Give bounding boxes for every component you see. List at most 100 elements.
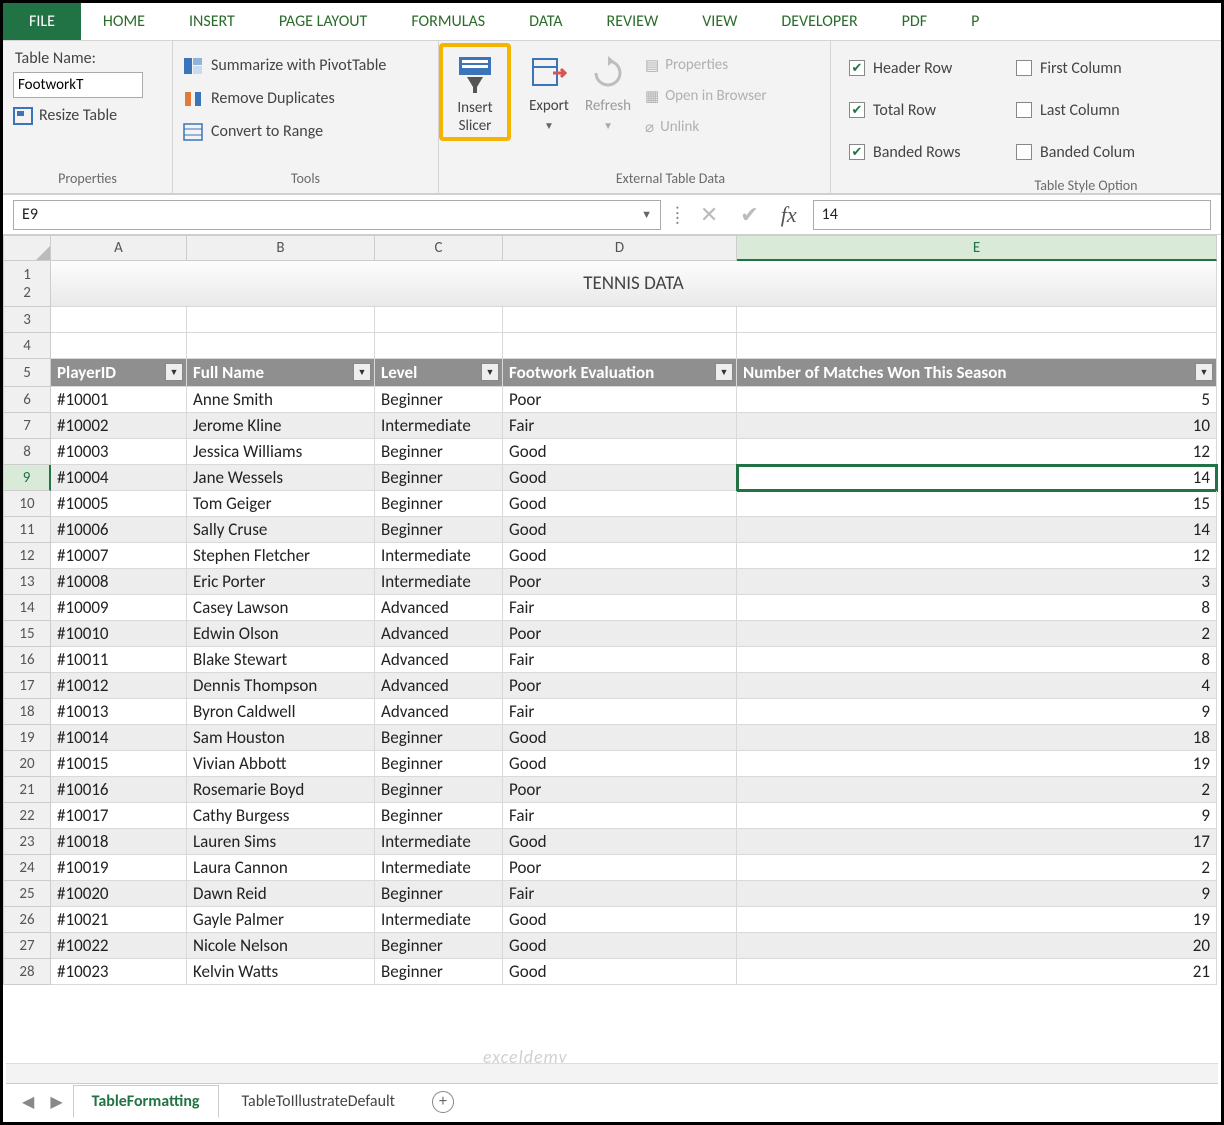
row-header[interactable]: 15	[3, 621, 51, 647]
row-header[interactable]: 21	[3, 777, 51, 803]
cell[interactable]	[187, 333, 375, 359]
cell[interactable]: 2	[737, 777, 1217, 803]
cell[interactable]: Nicole Nelson	[187, 933, 375, 959]
cell[interactable]: Good	[503, 543, 737, 569]
filter-icon[interactable]: ▼	[353, 363, 371, 381]
cell[interactable]: #10009	[51, 595, 187, 621]
cell[interactable]: Sam Houston	[187, 725, 375, 751]
cell[interactable]: Eric Porter	[187, 569, 375, 595]
cell[interactable]: #10013	[51, 699, 187, 725]
cell[interactable]: 8	[737, 595, 1217, 621]
name-box[interactable]: E9 ▼	[13, 200, 661, 230]
cell[interactable]: Beginner	[375, 491, 503, 517]
banded-columns-checkbox[interactable]: Banded Colum	[1016, 139, 1156, 165]
cell[interactable]: Good	[503, 517, 737, 543]
header-row-checkbox[interactable]: ✔Header Row	[849, 55, 996, 81]
cell[interactable]: Anne Smith	[187, 387, 375, 413]
tab-file[interactable]: FILE	[3, 3, 81, 40]
cell[interactable]: Intermediate	[375, 543, 503, 569]
cell[interactable]: Blake Stewart	[187, 647, 375, 673]
cell[interactable]: Advanced	[375, 673, 503, 699]
row-header[interactable]: 28	[3, 959, 51, 985]
table-header-matches[interactable]: Number of Matches Won This Season▼	[737, 359, 1217, 387]
dropdown-icon[interactable]: ▼	[641, 208, 652, 221]
cell[interactable]: #10003	[51, 439, 187, 465]
cell[interactable]: 21	[737, 959, 1217, 985]
filter-icon[interactable]: ▼	[715, 363, 733, 381]
cell[interactable]: 19	[737, 751, 1217, 777]
cell[interactable]: 17	[737, 829, 1217, 855]
tab-review[interactable]: REVIEW	[585, 3, 681, 40]
select-all-corner[interactable]	[3, 235, 51, 261]
cell[interactable]: 20	[737, 933, 1217, 959]
remove-duplicates-button[interactable]: Remove Duplicates	[183, 89, 428, 108]
cell[interactable]	[51, 307, 187, 333]
cell[interactable]: Kelvin Watts	[187, 959, 375, 985]
col-header-A[interactable]: A	[51, 235, 187, 261]
cell[interactable]: #10019	[51, 855, 187, 881]
row-header[interactable]: 11	[3, 517, 51, 543]
cancel-icon[interactable]: ✕	[694, 201, 724, 228]
cell[interactable]: Beginner	[375, 959, 503, 985]
formula-input[interactable]: 14	[813, 200, 1211, 230]
cell[interactable]: Beginner	[375, 517, 503, 543]
horizontal-scrollbar[interactable]	[6, 1063, 1218, 1083]
tab-truncated[interactable]: P	[949, 3, 1001, 40]
cell[interactable]	[503, 307, 737, 333]
cell[interactable]	[375, 307, 503, 333]
cell[interactable]: Intermediate	[375, 855, 503, 881]
cell[interactable]: Jane Wessels	[187, 465, 375, 491]
cell[interactable]: Beginner	[375, 465, 503, 491]
cell[interactable]: #10010	[51, 621, 187, 647]
cell[interactable]: 10	[737, 413, 1217, 439]
cell[interactable]	[737, 333, 1217, 359]
first-column-checkbox[interactable]: First Column	[1016, 55, 1156, 81]
cell[interactable]: 19	[737, 907, 1217, 933]
row-header-5[interactable]: 5	[3, 359, 51, 387]
tab-insert[interactable]: INSERT	[167, 3, 257, 40]
cell[interactable]: Good	[503, 751, 737, 777]
cell[interactable]: Intermediate	[375, 829, 503, 855]
sheet-tab-active[interactable]: TableFormatting	[73, 1085, 219, 1118]
enter-icon[interactable]: ✔	[734, 201, 764, 228]
cell[interactable]: Poor	[503, 569, 737, 595]
col-header-C[interactable]: C	[375, 235, 503, 261]
table-header-level[interactable]: Level▼	[375, 359, 503, 387]
cell[interactable]: Good	[503, 829, 737, 855]
row-header[interactable]: 24	[3, 855, 51, 881]
cell[interactable]: #10008	[51, 569, 187, 595]
cell[interactable]: Beginner	[375, 933, 503, 959]
filter-icon[interactable]: ▼	[481, 363, 499, 381]
tab-page-layout[interactable]: PAGE LAYOUT	[257, 3, 390, 40]
total-row-checkbox[interactable]: ✔Total Row	[849, 97, 996, 123]
cell[interactable]: Fair	[503, 803, 737, 829]
sheet-nav-next[interactable]: ▶	[44, 1092, 68, 1112]
filter-icon[interactable]: ▼	[165, 363, 183, 381]
cell[interactable]: Poor	[503, 673, 737, 699]
cell[interactable]: Fair	[503, 595, 737, 621]
col-header-D[interactable]: D	[503, 235, 737, 261]
cell[interactable]: Edwin Olson	[187, 621, 375, 647]
tab-developer[interactable]: DEVELOPER	[759, 3, 879, 40]
summarize-pivottable-button[interactable]: Summarize with PivotTable	[183, 56, 428, 75]
filter-icon[interactable]: ▼	[1195, 363, 1213, 381]
cell[interactable]	[187, 307, 375, 333]
title-cell[interactable]: TENNIS DATA	[51, 261, 1217, 307]
cell[interactable]: Fair	[503, 699, 737, 725]
table-header-fullname[interactable]: Full Name▼	[187, 359, 375, 387]
cell[interactable]: Beginner	[375, 777, 503, 803]
cell[interactable]: Poor	[503, 855, 737, 881]
cell[interactable]: 15	[737, 491, 1217, 517]
cell[interactable]: Good	[503, 491, 737, 517]
cell[interactable]: #10007	[51, 543, 187, 569]
cell[interactable]: #10001	[51, 387, 187, 413]
cell[interactable]: 14	[737, 517, 1217, 543]
cell[interactable]: Casey Lawson	[187, 595, 375, 621]
cell[interactable]: Good	[503, 439, 737, 465]
cell[interactable]: Poor	[503, 777, 737, 803]
col-header-E[interactable]: E	[737, 235, 1217, 261]
cell[interactable]: #10016	[51, 777, 187, 803]
cell[interactable]: 2	[737, 855, 1217, 881]
cell[interactable]: Cathy Burgess	[187, 803, 375, 829]
row-header-3[interactable]: 3	[3, 307, 51, 333]
